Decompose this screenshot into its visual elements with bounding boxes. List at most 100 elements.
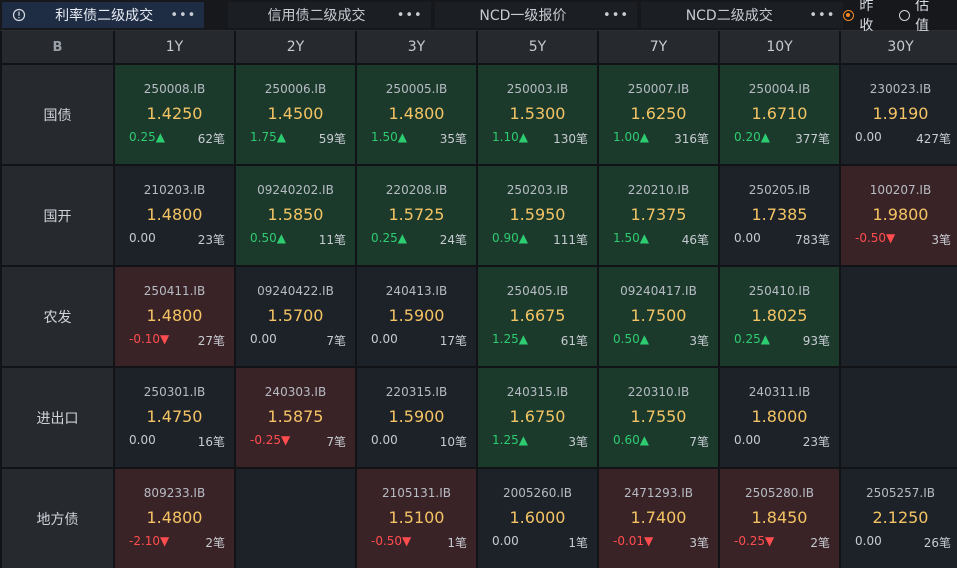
- yield-value: 1.6750: [509, 407, 566, 426]
- price-basis-radio-group: 昨收 估值: [843, 0, 943, 35]
- yield-value: 1.5100: [388, 508, 445, 527]
- trade-count: 3笔: [689, 334, 709, 348]
- yield-value: 1.8000: [751, 407, 808, 426]
- trade-count: 3笔: [931, 233, 951, 247]
- quote-cell[interactable]: 220208.IB 1.5725 0.25▲ 24笔: [357, 166, 476, 265]
- quote-cell[interactable]: 250205.IB 1.7385 0.00 783笔: [720, 166, 839, 265]
- quote-cell[interactable]: 240303.IB 1.5875 -0.25▼ 7笔: [236, 368, 355, 467]
- column-header-2y[interactable]: 2Y: [236, 31, 355, 63]
- yield-value: 1.7400: [630, 508, 687, 527]
- column-header-7y[interactable]: 7Y: [599, 31, 718, 63]
- tab-credit-bond[interactable]: 信用债二级成交 •••: [228, 2, 431, 28]
- trade-count: 10笔: [439, 435, 467, 449]
- row-label: 农发: [2, 267, 113, 366]
- change-value: 0.00: [250, 332, 277, 346]
- radio-unselected-icon: [899, 9, 911, 21]
- quote-cell[interactable]: 100207.IB 1.9800 -0.50▼ 3笔: [841, 166, 957, 265]
- quote-cell[interactable]: 2471293.IB 1.7400 -0.01▼ 3笔: [599, 469, 718, 568]
- quote-cell[interactable]: 2505280.IB 1.8450 -0.25▼ 2笔: [720, 469, 839, 568]
- tab-ncd-primary[interactable]: NCD一级报价 •••: [434, 2, 638, 28]
- yield-value: 1.5900: [388, 407, 445, 426]
- yield-value: 1.7385: [751, 205, 808, 224]
- yield-value: 1.6675: [509, 306, 566, 325]
- quote-cell[interactable]: 220310.IB 1.7550 0.60▲ 7笔: [599, 368, 718, 467]
- tab-ncd-secondary[interactable]: NCD二级成交 •••: [641, 2, 844, 28]
- bond-code: 250405.IB: [506, 284, 569, 298]
- change-value: -0.25▼: [734, 534, 775, 548]
- yield-value: 1.5850: [267, 205, 324, 224]
- change-value: 0.00: [129, 433, 156, 447]
- quote-cell[interactable]: 809233.IB 1.4800 -2.10▼ 2笔: [115, 469, 234, 568]
- change-value: 1.75▲: [250, 130, 286, 144]
- trade-count: 24笔: [439, 233, 467, 247]
- quote-cell[interactable]: 220315.IB 1.5900 0.00 10笔: [357, 368, 476, 467]
- trade-count: 23笔: [197, 233, 225, 247]
- quote-cell[interactable]: 250004.IB 1.6710 0.20▲ 377笔: [720, 65, 839, 164]
- radio-valuation[interactable]: 估值: [899, 0, 943, 35]
- quote-cell[interactable]: 250007.IB 1.6250 1.00▲ 316笔: [599, 65, 718, 164]
- quote-cell[interactable]: 09240422.IB 1.5700 0.00 7笔: [236, 267, 355, 366]
- change-value: -0.50▼: [371, 534, 412, 548]
- quote-cell[interactable]: 220210.IB 1.7375 1.50▲ 46笔: [599, 166, 718, 265]
- more-icon[interactable]: •••: [603, 8, 629, 23]
- row-label: 地方债: [2, 469, 113, 568]
- bond-code: 250301.IB: [143, 385, 206, 399]
- quote-cell[interactable]: 240311.IB 1.8000 0.00 23笔: [720, 368, 839, 467]
- trade-count: 11笔: [318, 233, 346, 247]
- bond-code: 2505280.IB: [744, 486, 815, 500]
- quote-cell[interactable]: 250410.IB 1.8025 0.25▲ 93笔: [720, 267, 839, 366]
- bond-code: 2471293.IB: [623, 486, 694, 500]
- quote-cell[interactable]: 250411.IB 1.4800 -0.10▼ 27笔: [115, 267, 234, 366]
- more-icon[interactable]: •••: [397, 8, 423, 23]
- info-icon[interactable]: [10, 6, 28, 24]
- quote-cell[interactable]: 2105131.IB 1.5100 -0.50▼ 1笔: [357, 469, 476, 568]
- column-header-5y[interactable]: 5Y: [478, 31, 597, 63]
- quote-cell[interactable]: 2505257.IB 2.1250 0.00 26笔: [841, 469, 957, 568]
- trade-count: 427笔: [916, 132, 951, 146]
- change-value: 0.00: [734, 433, 761, 447]
- change-value: 1.25▲: [492, 433, 528, 447]
- yield-value: 1.7375: [630, 205, 687, 224]
- bond-code: 220315.IB: [385, 385, 448, 399]
- top-bar: 利率债二级成交 ••• 信用债二级成交 ••• NCD一级报价 ••• NCD二…: [0, 0, 957, 34]
- quote-cell[interactable]: 250006.IB 1.4500 1.75▲ 59笔: [236, 65, 355, 164]
- column-header-3y[interactable]: 3Y: [357, 31, 476, 63]
- quote-cell[interactable]: 240413.IB 1.5900 0.00 17笔: [357, 267, 476, 366]
- quote-cell[interactable]: 2005260.IB 1.6000 0.00 1笔: [478, 469, 597, 568]
- quote-cell[interactable]: 210203.IB 1.4800 0.00 23笔: [115, 166, 234, 265]
- quote-cell[interactable]: 250301.IB 1.4750 0.00 16笔: [115, 368, 234, 467]
- change-value: 0.60▲: [613, 433, 649, 447]
- column-header-30y[interactable]: 30Y: [841, 31, 957, 63]
- change-value: 0.00: [734, 231, 761, 245]
- radio-prev-close[interactable]: 昨收: [843, 0, 887, 35]
- quote-cell[interactable]: 250203.IB 1.5950 0.90▲ 111笔: [478, 166, 597, 265]
- yield-value: 1.4800: [146, 306, 203, 325]
- bond-code: 250007.IB: [627, 82, 690, 96]
- quote-cell[interactable]: 250008.IB 1.4250 0.25▲ 62笔: [115, 65, 234, 164]
- quote-cell[interactable]: 240315.IB 1.6750 1.25▲ 3笔: [478, 368, 597, 467]
- trade-count: 130笔: [553, 132, 588, 146]
- bond-code: 250411.IB: [143, 284, 206, 298]
- quote-cell[interactable]: 250003.IB 1.5300 1.10▲ 130笔: [478, 65, 597, 164]
- bond-code: 809233.IB: [143, 486, 206, 500]
- trade-count: 2笔: [205, 536, 225, 550]
- trade-count: 59笔: [318, 132, 346, 146]
- change-value: 0.00: [371, 433, 398, 447]
- tab-label: NCD二级成交: [685, 8, 773, 24]
- quote-cell[interactable]: 09240417.IB 1.7500 0.50▲ 3笔: [599, 267, 718, 366]
- column-header-1y[interactable]: 1Y: [115, 31, 234, 63]
- quote-cell[interactable]: 230023.IB 1.9190 0.00 427笔: [841, 65, 957, 164]
- yield-value: 1.8450: [751, 508, 808, 527]
- column-header-10y[interactable]: 10Y: [720, 31, 839, 63]
- tab-rate-bond[interactable]: 利率债二级成交 •••: [2, 2, 205, 28]
- change-value: 0.00: [492, 534, 519, 548]
- quote-cell[interactable]: 09240202.IB 1.5850 0.50▲ 11笔: [236, 166, 355, 265]
- trade-count: 316笔: [674, 132, 709, 146]
- radio-label: 估值: [915, 0, 930, 34]
- yield-value: 1.5700: [267, 306, 324, 325]
- quote-cell[interactable]: 250005.IB 1.4800 1.50▲ 35笔: [357, 65, 476, 164]
- more-icon[interactable]: •••: [170, 8, 196, 23]
- quote-cell[interactable]: 250405.IB 1.6675 1.25▲ 61笔: [478, 267, 597, 366]
- yield-value: 1.4800: [146, 205, 203, 224]
- more-icon[interactable]: •••: [809, 8, 835, 23]
